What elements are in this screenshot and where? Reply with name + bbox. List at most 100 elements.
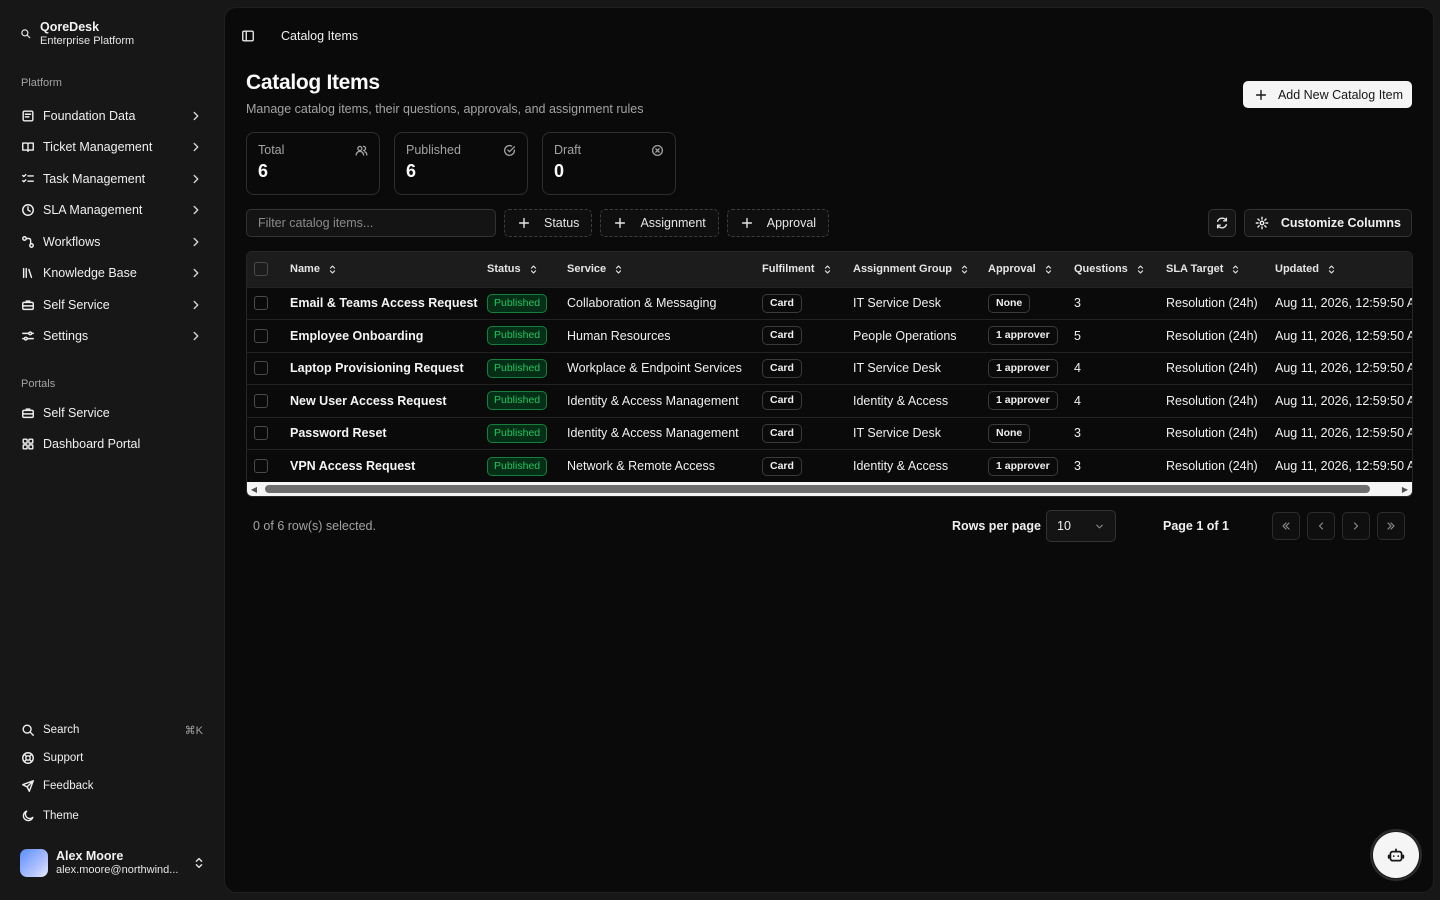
column-header-questions[interactable]: Questions: [1074, 252, 1166, 287]
stat-value: 6: [258, 161, 269, 181]
sidebar-item-support[interactable]: Support: [12, 744, 212, 772]
row-checkbox[interactable]: [254, 426, 268, 441]
column-header-updated[interactable]: Updated: [1275, 252, 1412, 287]
sliders-icon: [21, 329, 35, 343]
column-label: SLA Target: [1166, 263, 1224, 276]
status-badge: Published: [487, 358, 548, 378]
row-checkbox[interactable]: [254, 459, 268, 473]
column-header-fulfilment[interactable]: Fulfilment: [762, 252, 853, 287]
table-row[interactable]: New User Access Request Published Identity…: [247, 384, 1412, 418]
column-header-approval[interactable]: Approval: [988, 252, 1074, 287]
workflow-icon: [21, 235, 35, 249]
customize-columns-button[interactable]: Customize Columns: [1243, 209, 1412, 237]
stat-label: Total: [258, 143, 285, 157]
sidebar-item-dashboard-portal[interactable]: Dashboard Portal: [12, 429, 212, 461]
sidebar-item-label: Dashboard Portal: [43, 437, 141, 452]
customize-label: Customize Columns: [1280, 216, 1401, 230]
assignment-filter-button[interactable]: Assignment: [600, 209, 719, 237]
stat-card-published: Published 6: [394, 132, 528, 195]
main-panel: Catalog Items Catalog Items Manage catal…: [224, 7, 1434, 893]
sort-icon: [1230, 264, 1241, 275]
sidebar-toggle-icon[interactable]: [241, 29, 255, 43]
column-header-name[interactable]: Name: [290, 252, 487, 287]
row-checkbox[interactable]: [254, 328, 268, 343]
sidebar-item-label: Workflows: [43, 234, 101, 249]
sidebar-item-portal-self-service[interactable]: Self Service: [12, 397, 212, 429]
table-row[interactable]: VPN Access Request Published Network & Rem…: [247, 449, 1412, 483]
prev-page-button[interactable]: [1307, 512, 1335, 540]
sidebar-item-task-management[interactable]: Task Management: [12, 163, 212, 195]
stat-label: Draft: [554, 143, 582, 157]
table-row[interactable]: Email & Teams Access Request Published Col…: [247, 287, 1412, 320]
sidebar-item-theme[interactable]: Theme: [12, 802, 212, 830]
first-page-button[interactable]: [1272, 512, 1300, 540]
portals-nav: Self Service Dashboard Portal: [12, 397, 212, 460]
stat-label: Published: [406, 143, 461, 157]
sidebar-item-sla-management[interactable]: SLA Management: [12, 195, 212, 227]
scrollbar-thumb[interactable]: [265, 485, 1370, 493]
next-page-button[interactable]: [1342, 512, 1370, 540]
chevron-right-icon: [189, 266, 203, 280]
sidebar-item-workflows[interactable]: Workflows: [12, 226, 212, 258]
sidebar-item-knowledge-base[interactable]: Knowledge Base: [12, 258, 212, 290]
pagination: [1272, 512, 1405, 540]
table-row[interactable]: Password Reset Published Identity & Access…: [247, 417, 1412, 450]
horizontal-scrollbar[interactable]: ◀ ▶: [247, 482, 1412, 496]
brand[interactable]: QoreDesk Enterprise Platform: [20, 20, 134, 48]
cell-name[interactable]: Laptop Provisioning Request: [290, 361, 464, 375]
column-header-sla-target[interactable]: SLA Target: [1166, 252, 1275, 287]
status-badge: Published: [487, 391, 548, 411]
add-catalog-item-button[interactable]: Add New Catalog Item: [1242, 81, 1412, 108]
cell-service: Identity & Access Management: [567, 393, 739, 408]
row-checkbox[interactable]: [254, 296, 268, 311]
chevron-right-icon: [189, 172, 203, 186]
life-buoy-icon: [21, 751, 35, 765]
sidebar-item-label: Feedback: [43, 780, 94, 792]
chevrons-right-icon: [1385, 520, 1397, 532]
plus-icon: [517, 216, 531, 230]
column-header-status[interactable]: Status: [487, 252, 567, 287]
user-menu[interactable]: Alex Moore alex.moore@northwind...: [20, 849, 206, 877]
sidebar-footer-nav: Search ⌘K Support Feedback Theme: [12, 716, 212, 830]
chevron-down-icon: [1094, 521, 1105, 532]
sidebar-item-feedback[interactable]: Feedback: [12, 772, 212, 800]
table-row[interactable]: Employee Onboarding Published Human Resour…: [247, 319, 1412, 353]
refresh-button[interactable]: [1207, 209, 1236, 237]
sidebar-item-search[interactable]: Search ⌘K: [12, 716, 212, 744]
cell-name[interactable]: New User Access Request: [290, 394, 447, 408]
assistant-button[interactable]: [1370, 829, 1422, 881]
scroll-left-icon[interactable]: ◀: [247, 482, 261, 496]
cell-questions: 4: [1074, 361, 1081, 376]
cell-name[interactable]: Employee Onboarding: [290, 329, 423, 343]
grid-icon: [21, 437, 35, 451]
column-header-assignment-group[interactable]: Assignment Group: [853, 252, 988, 287]
sidebar-item-label: Self Service: [43, 405, 110, 420]
chevron-right-icon: [189, 109, 203, 123]
breadcrumb: Catalog Items: [281, 29, 359, 43]
sort-icon: [959, 264, 970, 275]
status-filter-button[interactable]: Status: [504, 209, 593, 237]
sidebar-item-ticket-management[interactable]: Ticket Management: [12, 132, 212, 164]
fulfilment-badge: Card: [762, 391, 802, 411]
approval-badge: 1 approver: [988, 358, 1058, 378]
table-row[interactable]: Laptop Provisioning Request Published Work…: [247, 352, 1412, 385]
sidebar-item-settings[interactable]: Settings: [12, 321, 212, 353]
cell-name[interactable]: Password Reset: [290, 426, 387, 440]
row-checkbox[interactable]: [254, 393, 268, 408]
scrollbar-track[interactable]: [261, 485, 1398, 493]
select-all-checkbox[interactable]: [254, 262, 268, 277]
cell-name[interactable]: VPN Access Request: [290, 459, 415, 473]
sidebar-item-label: Settings: [43, 329, 89, 344]
scroll-right-icon[interactable]: ▶: [1398, 482, 1412, 496]
cell-questions: 3: [1074, 426, 1081, 441]
filter-input[interactable]: [246, 209, 496, 237]
cell-questions: 4: [1074, 393, 1081, 408]
last-page-button[interactable]: [1377, 512, 1405, 540]
cell-name[interactable]: Email & Teams Access Request: [290, 296, 478, 310]
rows-per-page-select[interactable]: 10: [1046, 510, 1116, 542]
sidebar-item-foundation-data[interactable]: Foundation Data: [12, 100, 212, 132]
approval-filter-button[interactable]: Approval: [726, 209, 830, 237]
row-checkbox[interactable]: [254, 361, 268, 376]
sidebar-item-self-service[interactable]: Self Service: [12, 289, 212, 321]
column-header-service[interactable]: Service: [567, 252, 762, 287]
